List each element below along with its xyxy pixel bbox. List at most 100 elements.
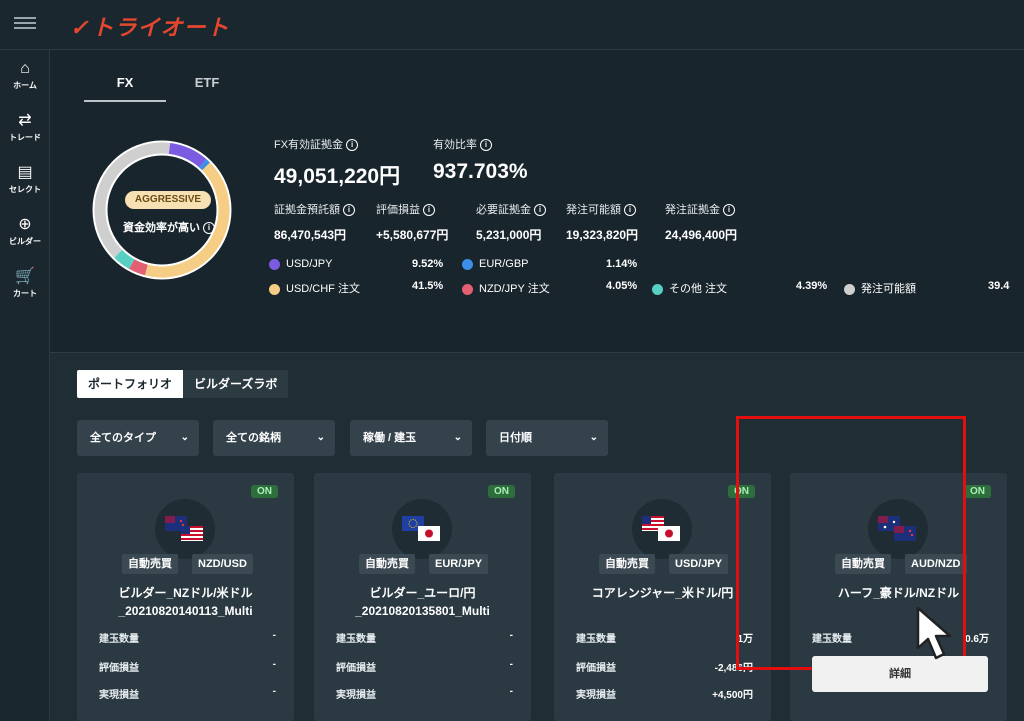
status-badge: ON	[964, 485, 991, 498]
risk-badge: AGGRESSIVE	[125, 191, 211, 209]
sidebar-item-select[interactable]: ▤ セレクト	[0, 154, 50, 206]
info-icon[interactable]: i	[203, 222, 215, 235]
legend-dot	[462, 258, 473, 270]
hamburger-menu-icon[interactable]	[14, 14, 36, 36]
stat-value: -	[509, 630, 513, 641]
sidebar-item-label: ホーム	[13, 81, 37, 90]
stat-label: 実現損益	[99, 690, 139, 701]
filter-label: 全ての銘柄	[226, 432, 281, 444]
legend-dot	[462, 283, 473, 295]
legend-dot	[652, 283, 663, 295]
tab-fx[interactable]: FX	[84, 68, 166, 102]
info-icon[interactable]: i	[624, 204, 636, 217]
metric-label-text: 発注証拠金	[665, 204, 720, 216]
donut-slice	[129, 259, 148, 276]
effective-ratio-label: 有効比率 i	[433, 136, 492, 152]
legend-item: USD/JPY	[269, 258, 332, 270]
stat-label: 評価損益	[336, 663, 376, 674]
symbol-filter-dropdown[interactable]: 全ての銘柄 ⌄	[213, 420, 335, 456]
filter-label: 日付順	[499, 432, 532, 444]
effective-margin-value: 49,051,220円	[274, 165, 401, 188]
donut-slice	[199, 159, 210, 171]
stat-value: -	[509, 686, 513, 697]
market-tabs: FX ETF	[84, 68, 248, 102]
metric-value: 24,496,400円	[665, 228, 738, 242]
tab-portfolio[interactable]: ポートフォリオ	[77, 370, 184, 398]
stat-value: -	[272, 659, 276, 670]
metric-label: 発注可能額 i	[566, 201, 636, 217]
metric-label-text: 必要証拠金	[476, 204, 531, 216]
status-badge: ON	[488, 485, 515, 498]
legend-pct: 39.4	[988, 280, 1010, 292]
legend-dot	[269, 283, 280, 295]
stat-value: -	[272, 630, 276, 641]
info-icon[interactable]: i	[423, 204, 435, 217]
metric-value: 86,470,543円	[274, 228, 347, 242]
info-icon[interactable]: i	[346, 139, 359, 152]
sort-dropdown[interactable]: 日付順 ⌄	[486, 420, 608, 456]
filter-label: 全てのタイプ	[90, 432, 156, 444]
stat-label: 評価損益	[99, 663, 139, 674]
sidebar-item-home[interactable]: ⌂ ホーム	[0, 50, 50, 102]
info-icon[interactable]: i	[723, 204, 735, 217]
stat-label: 評価損益	[576, 663, 616, 674]
sidebar-item-cart[interactable]: 🛒 カート	[0, 258, 50, 310]
legend-item: EUR/GBP	[462, 258, 529, 270]
legend-pct: 4.05%	[606, 280, 638, 292]
trade-arrows-icon: ⇄	[18, 112, 32, 129]
jp-flag-icon	[418, 526, 440, 541]
stat-label: 建玉数量	[336, 634, 376, 645]
card-title-sub: _20210820135801_Multi	[355, 604, 490, 618]
stat-value: +4,500円	[712, 690, 753, 701]
stat-value: 0.6万	[965, 634, 989, 645]
legend-pct: 4.39%	[796, 280, 828, 292]
legend-dot	[844, 283, 855, 295]
metric-label-text: 発注可能額	[566, 204, 621, 216]
stat-label: 実現損益	[576, 690, 616, 701]
info-icon[interactable]: i	[480, 139, 492, 152]
effective-margin-label: FX有効証拠金 i	[274, 136, 359, 152]
tab-builders-lab[interactable]: ビルダーズラボ	[183, 370, 289, 398]
sidebar-item-trade[interactable]: ⇄ トレード	[0, 102, 50, 154]
metric-label: 必要証拠金 i	[476, 201, 546, 217]
select-icon: ▤	[17, 164, 33, 181]
sidebar-item-label: カート	[13, 289, 37, 298]
logo-check-icon: ✓	[70, 15, 90, 40]
legend-item: NZD/JPY 注文	[462, 280, 550, 296]
metric-value: +5,580,677円	[376, 228, 449, 242]
metric-label: 証拠金預託額 i	[274, 201, 355, 217]
chevron-down-icon: ⌄	[453, 432, 462, 443]
mouse-cursor-icon	[916, 606, 952, 660]
status-filter-dropdown[interactable]: 稼働 / 建玉 ⌄	[350, 420, 472, 456]
type-filter-dropdown[interactable]: 全てのタイプ ⌄	[77, 420, 199, 456]
sidebar-item-builder[interactable]: ⊕ ビルダー	[0, 206, 50, 258]
app-logo[interactable]: ✓トライオート	[70, 10, 229, 42]
stat-label: 建玉数量	[99, 634, 139, 645]
cart-icon: 🛒	[15, 268, 35, 285]
tab-etf[interactable]: ETF	[166, 68, 248, 100]
stat-label: 実現損益	[336, 690, 376, 701]
info-icon[interactable]: i	[343, 204, 355, 217]
legend-item: その他 注文	[652, 280, 727, 296]
top-bar: ✓トライオート	[0, 0, 1024, 50]
currency-flags	[392, 499, 452, 559]
portfolio-card[interactable]: ON 自動売買 EUR/JPY ビルダー_ユーロ/円 _202108201358…	[314, 473, 531, 721]
portfolio-card[interactable]: ON 自動売買 NZD/USD ビルダー_NZドル/米ドル _202108201…	[77, 473, 294, 721]
effective-ratio-label-text: 有効比率	[433, 139, 477, 151]
chevron-down-icon: ⌄	[589, 432, 598, 443]
stat-label: 建玉数量	[576, 634, 616, 645]
donut-caption: 資金効率が高い i	[110, 219, 228, 235]
stat-value: -	[509, 659, 513, 670]
us-flag-icon	[181, 526, 203, 541]
pair-tag: USD/JPY	[669, 554, 729, 574]
info-icon[interactable]: i	[534, 204, 546, 217]
card-title: ビルダー_NZドル/米ドル	[118, 586, 253, 600]
legend-item: USD/CHF 注文	[269, 280, 360, 296]
effective-margin-label-text: FX有効証拠金	[274, 139, 344, 151]
jp-flag-icon	[658, 526, 680, 541]
pair-tag: NZD/USD	[192, 554, 253, 574]
chevron-down-icon: ⌄	[180, 432, 189, 443]
card-title: ビルダー_ユーロ/円	[369, 586, 476, 600]
portfolio-tabs: ポートフォリオ ビルダーズラボ	[77, 370, 289, 398]
sidebar-item-label: ビルダー	[9, 237, 41, 246]
